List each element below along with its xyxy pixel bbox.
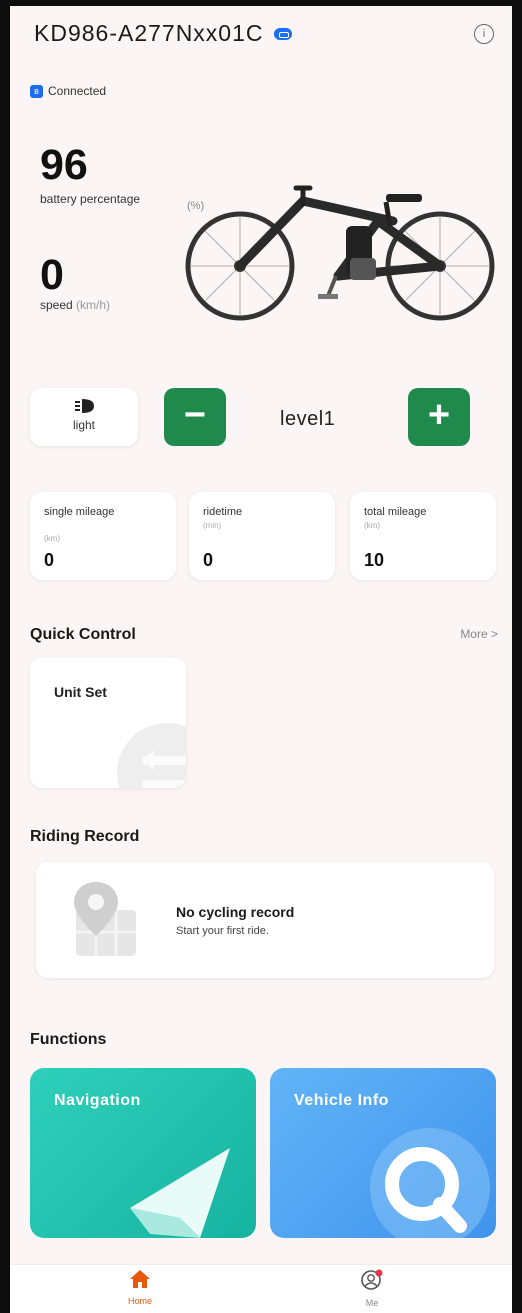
stat-value: 0 <box>44 550 55 570</box>
bottom-navigation: Home Me <box>10 1264 512 1313</box>
stat-value: 10 <box>364 550 385 570</box>
functions-title: Functions <box>30 1031 107 1048</box>
stat-value: 0 <box>203 550 214 570</box>
profile-icon <box>361 1269 383 1290</box>
tab-me[interactable]: Me <box>332 1269 412 1308</box>
stat-unit: (km) <box>364 521 380 530</box>
ridetime-card: ridetime (min) 0 <box>189 492 335 580</box>
tab-home-label: Home <box>127 1296 152 1306</box>
stat-unit: (km) <box>44 534 60 543</box>
speed-unit: (km/h) <box>76 298 111 312</box>
light-label: light <box>72 418 95 432</box>
quick-control-more-link[interactable]: More > <box>460 627 498 641</box>
speed-label-row: speed (km/h) <box>40 298 110 312</box>
navigation-card[interactable]: Navigation <box>30 1068 256 1238</box>
riding-record-title: Riding Record <box>30 828 140 845</box>
single-mileage-card: single mileage (km) 0 <box>30 492 176 580</box>
connection-status: ʙ Connected <box>30 84 106 98</box>
navigation-arrow-icon <box>130 1148 230 1238</box>
unit-set-label: Unit Set <box>54 684 107 700</box>
tab-home[interactable]: Home <box>100 1269 180 1306</box>
device-header: KD986-A277Nxx01C <box>34 20 292 47</box>
stat-label: total mileage <box>364 506 427 518</box>
connection-label: Connected <box>48 84 107 98</box>
unit-set-card[interactable]: Unit Set <box>30 658 186 788</box>
ebike-image <box>185 185 495 321</box>
bluetooth-badge-icon <box>273 27 292 40</box>
stat-unit: (min) <box>203 521 222 530</box>
quick-control-title: Quick Control <box>30 626 136 643</box>
app-screen: KD986-A277Nxx01C i ʙ Connected 96 batter… <box>10 6 512 1313</box>
riding-record-card[interactable]: No cycling record Start your first ride. <box>36 862 494 978</box>
speed-label: speed <box>40 298 73 312</box>
battery-label: battery percentage <box>40 192 141 206</box>
navigation-label: Navigation <box>54 1092 141 1109</box>
battery-value: 96 <box>40 141 88 189</box>
speed-value: 0 <box>40 251 64 299</box>
vehicle-info-card[interactable]: Vehicle Info <box>270 1068 496 1238</box>
headlight-icon <box>75 399 94 413</box>
stat-label: single mileage <box>44 506 115 518</box>
home-icon <box>130 1270 150 1288</box>
device-name: KD986-A277Nxx01C <box>34 20 264 46</box>
info-icon[interactable]: i <box>474 24 494 44</box>
total-mileage-card: total mileage (km) 10 <box>350 492 496 580</box>
level-increase-button[interactable]: + <box>408 388 470 446</box>
empty-record-subtitle: Start your first ride. <box>176 925 269 937</box>
tab-me-label: Me <box>365 1298 379 1308</box>
unit-switch-icon <box>117 723 186 788</box>
vehicle-info-label: Vehicle Info <box>294 1092 389 1109</box>
empty-record-title: No cycling record <box>176 904 295 920</box>
bluetooth-icon: ʙ <box>30 84 43 98</box>
magnifier-q-icon <box>370 1128 490 1238</box>
map-pin-icon <box>74 882 136 956</box>
stat-label: ridetime <box>203 506 243 518</box>
level-decrease-button[interactable]: − <box>164 388 226 446</box>
assist-level: level1 <box>280 408 336 430</box>
light-toggle-button[interactable]: light <box>30 388 138 446</box>
